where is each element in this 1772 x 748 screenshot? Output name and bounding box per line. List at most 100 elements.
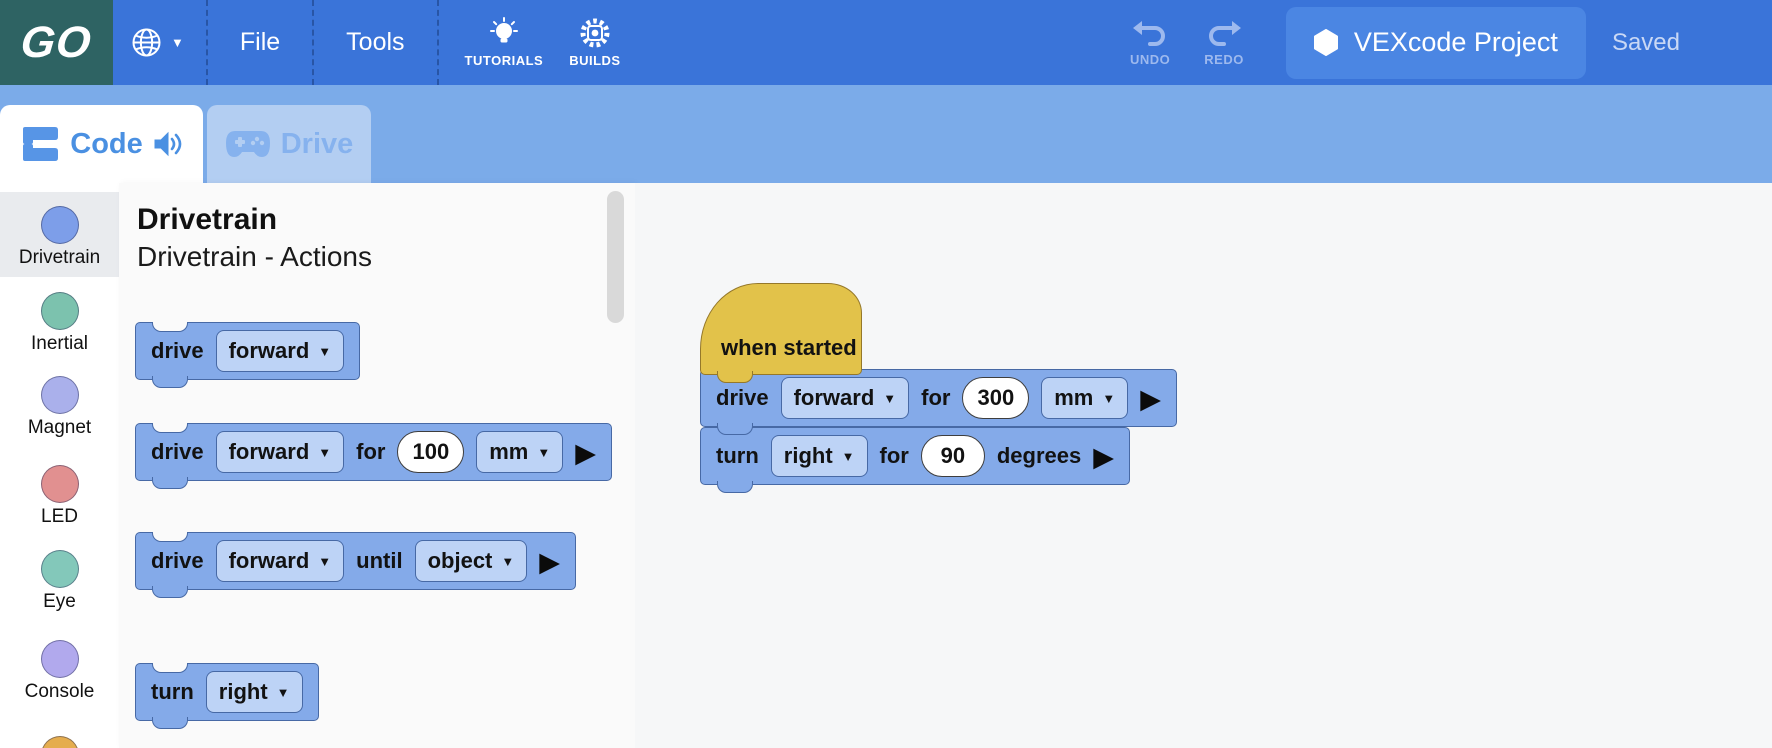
- undo-button[interactable]: UNDO: [1130, 19, 1170, 67]
- tab-drive[interactable]: Drive: [207, 105, 371, 183]
- expand-arrow-icon[interactable]: ▶: [539, 549, 560, 576]
- dropdown-value: right: [219, 679, 268, 705]
- project-name: VEXcode Project: [1354, 27, 1558, 58]
- redo-arrow-icon: [1206, 19, 1242, 49]
- dropdown-value: forward: [229, 338, 310, 364]
- block-dropdown[interactable]: forward ▼: [216, 431, 345, 473]
- builds-label: BUILDS: [569, 53, 620, 68]
- language-button[interactable]: ▼: [131, 27, 184, 58]
- number-input[interactable]: 90: [921, 435, 985, 477]
- gamepad-icon: [225, 129, 271, 159]
- block-label: drive: [151, 338, 204, 364]
- palette-title: Drivetrain: [137, 201, 372, 239]
- block-label: until: [356, 548, 402, 574]
- block-dropdown[interactable]: forward▼: [216, 540, 345, 582]
- palette-block-turn[interactable]: turn right▼: [135, 663, 319, 721]
- block-palette: Drivetrain Drivetrain - Actions drivefor…: [119, 183, 635, 748]
- drivetrain-category-icon: [41, 206, 79, 244]
- lightbulb-icon: [488, 17, 520, 49]
- palette-block-drive-for[interactable]: drive forward ▼ for 100 mm ▼ ▶: [135, 423, 612, 481]
- chevron-down-icon: ▼: [318, 344, 331, 359]
- canvas-block-turn-for[interactable]: turnright▼for90degrees▶: [700, 427, 1130, 485]
- sidebar-item-label: LED: [41, 507, 78, 527]
- project-name-button[interactable]: VEXcode Project: [1286, 7, 1586, 79]
- block-dropdown[interactable]: forward ▼: [216, 330, 345, 372]
- block-dropdown[interactable]: right▼: [206, 671, 303, 713]
- dropdown-value: mm: [1054, 385, 1093, 411]
- number-input[interactable]: 100: [397, 431, 464, 473]
- tab-code-label: Code: [70, 128, 143, 161]
- sidebar-item-led[interactable]: LED: [0, 451, 119, 536]
- dropdown-value: forward: [794, 385, 875, 411]
- topbar-right-group: UNDO REDO VEXcode Project: [1130, 7, 1772, 79]
- redo-button[interactable]: REDO: [1204, 19, 1244, 67]
- save-status: Saved: [1612, 29, 1680, 57]
- block-label: drive: [151, 439, 204, 465]
- vexcode-app: GO ▼ File Tools: [0, 0, 1772, 748]
- block-label: drive: [716, 385, 769, 411]
- tutorials-button[interactable]: TUTORIALS: [465, 17, 544, 68]
- sidebar-item-inertial[interactable]: Inertial: [0, 278, 119, 363]
- palette-block-drive[interactable]: drive forward ▼: [135, 322, 360, 380]
- category-sidebar: Drivetrain Inertial Magnet LED Eye Conso…: [0, 183, 119, 748]
- block-label: degrees: [997, 443, 1081, 469]
- block-dropdown[interactable]: forward ▼: [781, 377, 910, 419]
- tab-code[interactable]: Code: [0, 105, 203, 183]
- chevron-down-icon: ▼: [883, 391, 896, 406]
- divider: [206, 0, 208, 85]
- block-label: for: [356, 439, 385, 465]
- dropdown-value: right: [784, 443, 833, 469]
- sidebar-item-label: Eye: [43, 592, 76, 612]
- sidebar-item-eye[interactable]: Eye: [0, 536, 119, 621]
- file-menu[interactable]: File: [240, 28, 280, 57]
- palette-block-drive-until[interactable]: driveforward▼untilobject▼▶: [135, 532, 576, 590]
- expand-arrow-icon[interactable]: ▶: [1093, 444, 1114, 471]
- dropdown-value: forward: [229, 439, 310, 465]
- when-started-hat-block[interactable]: when started: [700, 283, 862, 375]
- code-blocks-icon: [20, 126, 60, 162]
- category-icon: [41, 736, 79, 748]
- top-bar: GO ▼ File Tools: [0, 0, 1772, 85]
- gear-icon: [579, 17, 611, 49]
- block-label: for: [921, 385, 950, 411]
- redo-label: REDO: [1204, 52, 1244, 67]
- sidebar-item-label: Magnet: [28, 418, 91, 438]
- sidebar-item-drivetrain[interactable]: Drivetrain: [0, 192, 119, 277]
- block-dropdown[interactable]: mm ▼: [476, 431, 563, 473]
- block-label: for: [880, 443, 909, 469]
- canvas-block-drive-for[interactable]: drive forward ▼ for 300 mm▼ ▶: [700, 369, 1177, 427]
- globe-icon: [131, 27, 162, 58]
- dropdown-value: mm: [489, 439, 528, 465]
- block-label: turn: [151, 679, 194, 705]
- chevron-down-icon: ▼: [537, 445, 550, 460]
- led-category-icon: [41, 465, 79, 503]
- divider: [312, 0, 314, 85]
- undo-label: UNDO: [1130, 52, 1170, 67]
- sidebar-item-label: Drivetrain: [19, 248, 100, 268]
- block-dropdown[interactable]: mm▼: [1041, 377, 1128, 419]
- tools-menu[interactable]: Tools: [346, 28, 404, 57]
- sidebar-item-magnet[interactable]: Magnet: [0, 362, 119, 447]
- number-input[interactable]: 300: [962, 377, 1029, 419]
- builds-button[interactable]: BUILDS: [569, 17, 620, 68]
- expand-arrow-icon[interactable]: ▶: [1140, 386, 1161, 413]
- speaker-icon[interactable]: [153, 130, 183, 158]
- dropdown-value: object: [428, 548, 493, 574]
- tab-drive-label: Drive: [281, 128, 354, 161]
- dropdown-value: forward: [229, 548, 310, 574]
- sidebar-item-label: Inertial: [31, 334, 88, 354]
- chevron-down-icon: ▼: [318, 445, 331, 460]
- sidebar-item-console[interactable]: Console: [0, 626, 119, 711]
- block-dropdown[interactable]: right ▼: [771, 435, 868, 477]
- workspace-canvas[interactable]: when started driveforward▼for300mm▼▶ tur…: [635, 183, 1772, 748]
- sidebar-item-partial[interactable]: [0, 722, 119, 748]
- palette-scrollbar[interactable]: [607, 191, 624, 323]
- magnet-category-icon: [41, 376, 79, 414]
- expand-arrow-icon[interactable]: ▶: [575, 440, 596, 467]
- chevron-down-icon: ▼: [842, 449, 855, 464]
- block-dropdown[interactable]: object▼: [415, 540, 528, 582]
- main-area: Drivetrain Inertial Magnet LED Eye Conso…: [0, 183, 1772, 748]
- hexagon-icon: [1314, 29, 1338, 56]
- tab-bar: Code Drive: [0, 85, 1772, 183]
- eye-category-icon: [41, 550, 79, 588]
